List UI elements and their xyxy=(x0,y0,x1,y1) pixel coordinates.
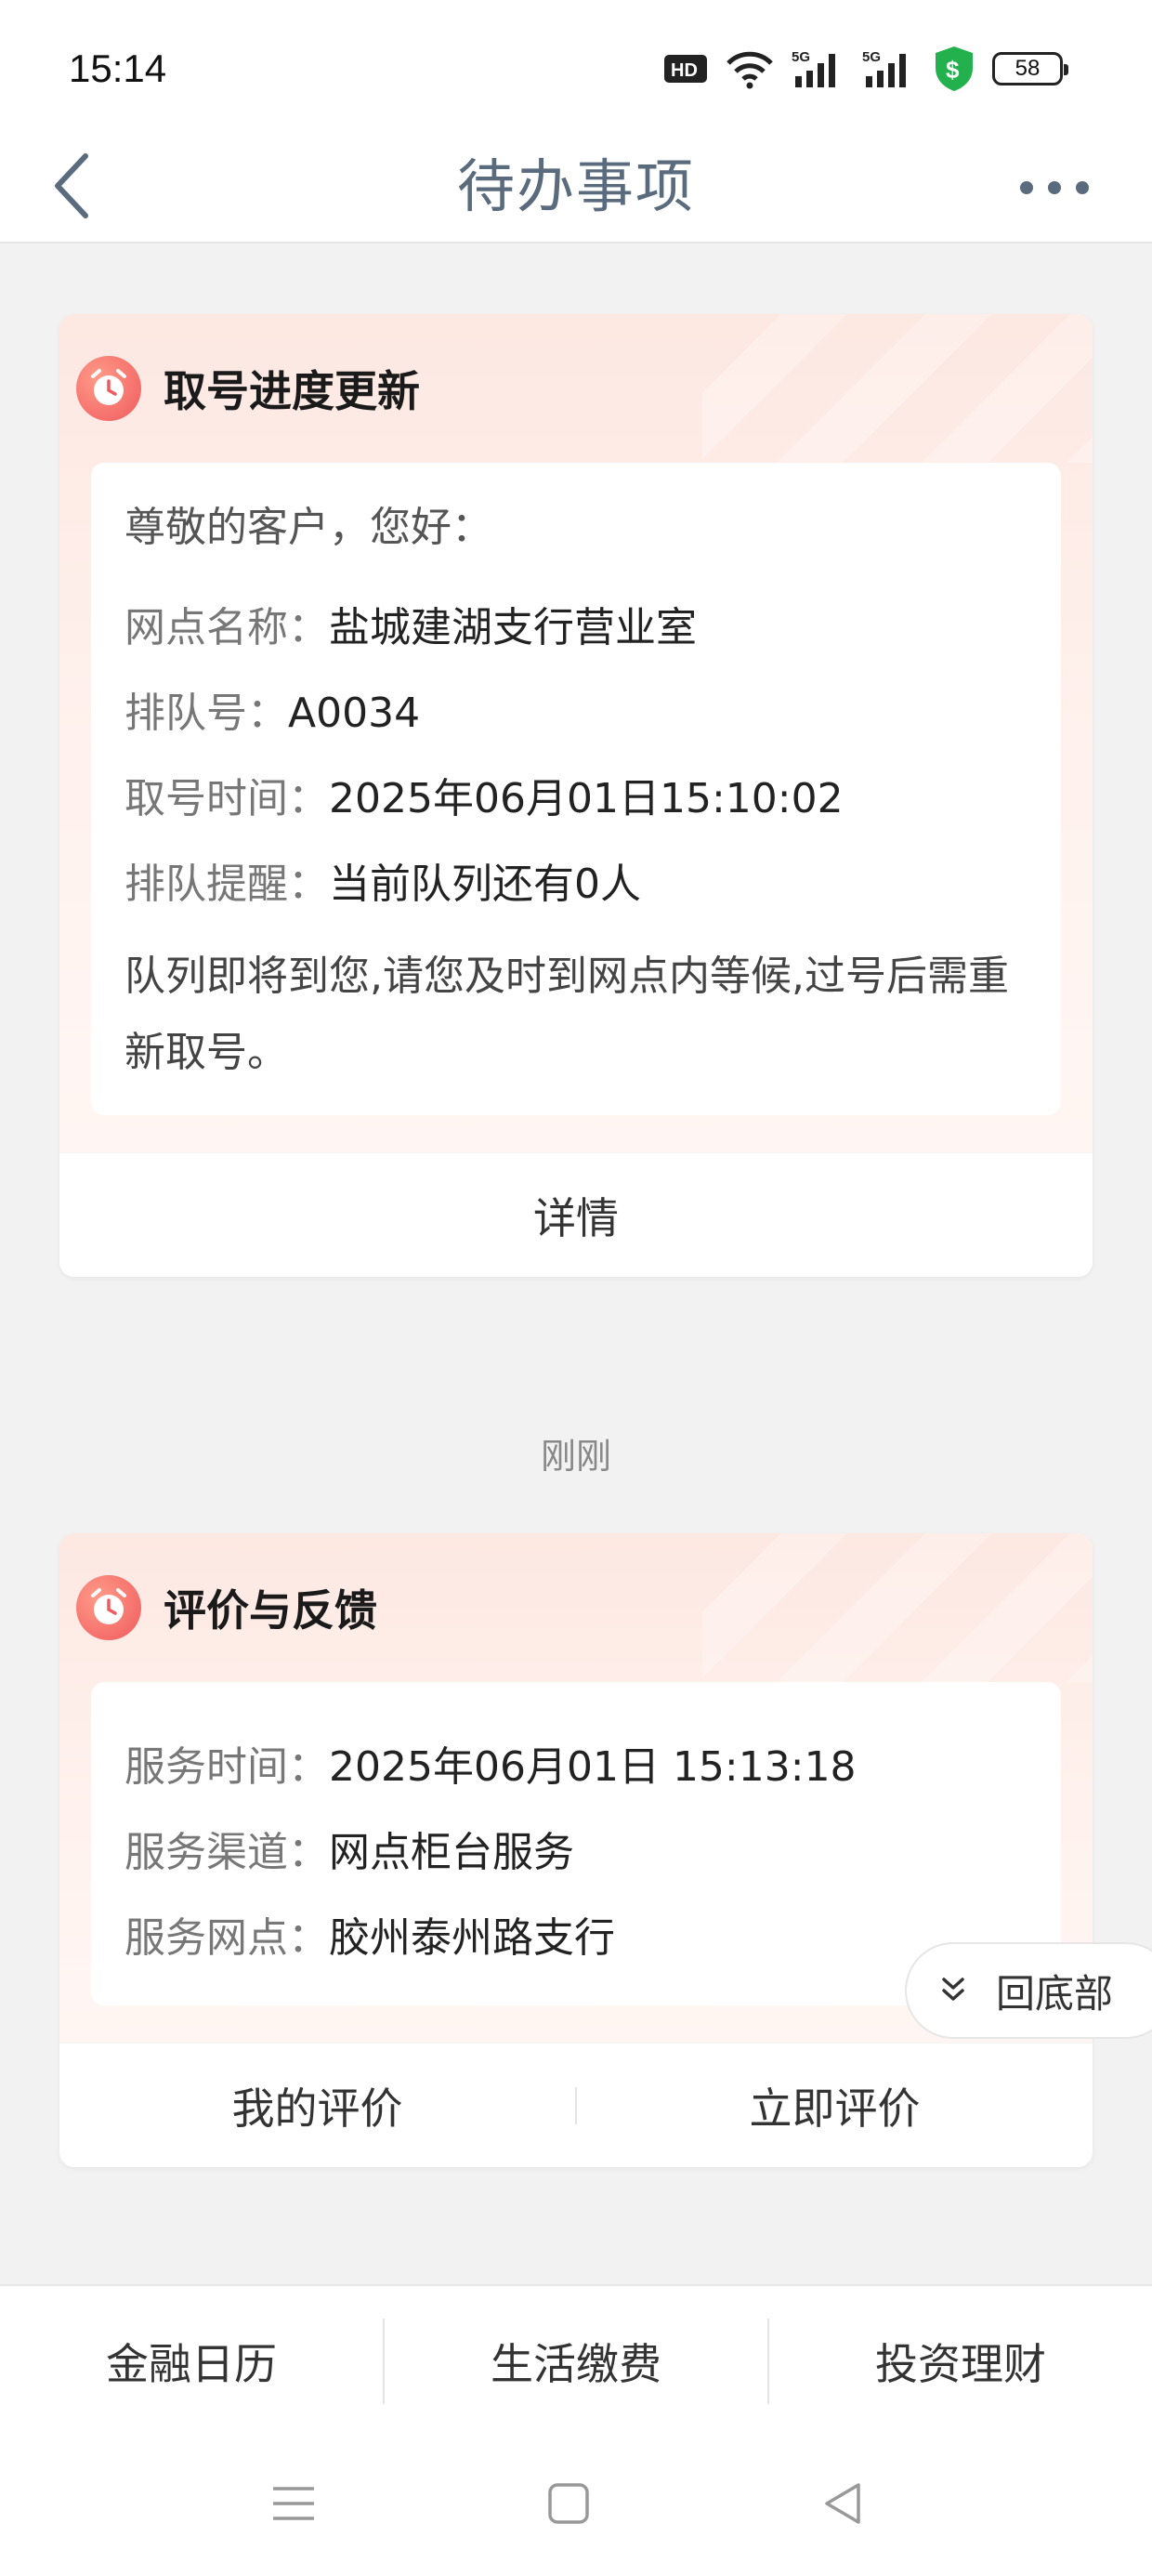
alarm-clock-icon xyxy=(76,1575,141,1640)
hd-icon: HD xyxy=(664,55,707,83)
info-value: 当前队列还有0人 xyxy=(329,861,641,908)
info-label: 服务时间： xyxy=(124,1743,329,1791)
notice-text: 队列即将到您,请您及时到网点内等候,过号后需重新取号。 xyxy=(124,953,1009,1076)
system-nav-bar xyxy=(0,2437,1152,2576)
info-row-ticket-time: 取号时间： 2025年06月01日15:10:02 xyxy=(124,756,1028,842)
message-timestamp: 刚刚 xyxy=(540,1436,611,1477)
info-label: 服务渠道： xyxy=(124,1829,329,1876)
info-label: 排队提醒： xyxy=(124,861,329,908)
card-footer: 详情 xyxy=(59,1152,1093,1277)
info-value: 盐城建湖支行营业室 xyxy=(329,604,697,651)
my-review-button[interactable]: 我的评价 xyxy=(59,2075,575,2136)
info-value: A0034 xyxy=(288,690,421,737)
svg-text:5G: 5G xyxy=(792,49,810,65)
tab-investment[interactable]: 投资理财 xyxy=(769,2331,1152,2392)
details-button[interactable]: 详情 xyxy=(59,1185,1093,1246)
tab-financial-calendar[interactable]: 金融日历 xyxy=(0,2331,383,2392)
info-label: 服务网点： xyxy=(124,1914,329,1962)
info-value: 网点柜台服务 xyxy=(329,1829,574,1876)
menu-icon[interactable] xyxy=(266,2476,321,2531)
info-value: 胶州泰州路支行 xyxy=(329,1914,615,1962)
battery-level: 58 xyxy=(1015,56,1041,81)
scroll-to-bottom-button[interactable]: 回底部 xyxy=(905,1942,1152,2039)
more-dots-icon xyxy=(1020,181,1089,194)
page-title: 待办事项 xyxy=(456,152,695,220)
scroll-to-bottom-label: 回底部 xyxy=(996,1970,1114,2017)
card-top: 取号进度更新 尊敬的客户，您好： 网点名称： 盐城建湖支行营业室 排队号： A0… xyxy=(59,314,1093,1152)
info-label: 取号时间： xyxy=(124,775,329,822)
shield-dollar-icon: $ xyxy=(936,46,973,91)
5g-signal-icon: 5G xyxy=(862,49,906,87)
info-value: 2025年06月01日 15:13:18 xyxy=(329,1743,857,1791)
card-body: 服务时间： 2025年06月01日 15:13:18 服务渠道： 网点柜台服务 … xyxy=(91,1682,1061,2005)
status-icons: HD 5G 5G $ 58 xyxy=(663,41,1068,97)
wifi-icon xyxy=(727,51,773,89)
card-title: 评价与反馈 xyxy=(164,1585,377,1636)
alarm-clock-icon xyxy=(76,356,141,421)
double-chevron-down-icon xyxy=(942,1978,964,2001)
card-title: 取号进度更新 xyxy=(164,366,420,416)
card-footer: 我的评价 立即评价 xyxy=(59,2043,1093,2167)
svg-text:HD: HD xyxy=(671,60,698,81)
svg-text:5G: 5G xyxy=(862,49,881,65)
card-body: 尊敬的客户，您好： 网点名称： 盐城建湖支行营业室 排队号： A0034 取号时… xyxy=(91,463,1061,1115)
card-header: 取号进度更新 xyxy=(76,314,1061,463)
5g-signal-icon: 5G xyxy=(792,49,835,87)
greeting-text: 尊敬的客户，您好： xyxy=(124,504,492,551)
info-label: 网点名称： xyxy=(124,604,329,651)
card-header: 评价与反馈 xyxy=(76,1533,1061,1682)
info-row-service-branch: 服务网点： 胶州泰州路支行 xyxy=(124,1896,1028,1981)
feedback-card: 评价与反馈 服务时间： 2025年06月01日 15:13:18 服务渠道： 网… xyxy=(59,1533,1093,2167)
more-button[interactable] xyxy=(1013,160,1096,216)
home-icon[interactable] xyxy=(541,2476,596,2531)
info-row-service-channel: 服务渠道： 网点柜台服务 xyxy=(124,1810,1028,1896)
bottom-tab-bar: 金融日历 生活缴费 投资理财 xyxy=(0,2284,1152,2437)
status-bar: 15:14 HD 5G 5G $ 58 xyxy=(0,0,1152,130)
info-row-service-time: 服务时间： 2025年06月01日 15:13:18 xyxy=(124,1725,1028,1810)
info-value: 2025年06月01日15:10:02 xyxy=(329,775,844,822)
info-row-queue-number: 排队号： A0034 xyxy=(124,671,1028,756)
nav-bar: 待办事项 xyxy=(0,130,1152,243)
status-time: 15:14 xyxy=(69,46,167,90)
battery-icon: 58 xyxy=(992,52,1068,85)
review-now-button[interactable]: 立即评价 xyxy=(577,2075,1093,2136)
svg-text:$: $ xyxy=(946,56,960,84)
back-triangle-icon[interactable] xyxy=(816,2476,871,2531)
tab-bill-payment[interactable]: 生活缴费 xyxy=(385,2331,767,2392)
info-label: 排队号： xyxy=(124,690,288,737)
info-row-queue-reminder: 排队提醒： 当前队列还有0人 xyxy=(124,842,1028,927)
queue-update-card: 取号进度更新 尊敬的客户，您好： 网点名称： 盐城建湖支行营业室 排队号： A0… xyxy=(59,314,1093,1277)
clipped-timestamp xyxy=(0,232,1152,247)
info-row-branch: 网点名称： 盐城建湖支行营业室 xyxy=(124,585,1028,671)
